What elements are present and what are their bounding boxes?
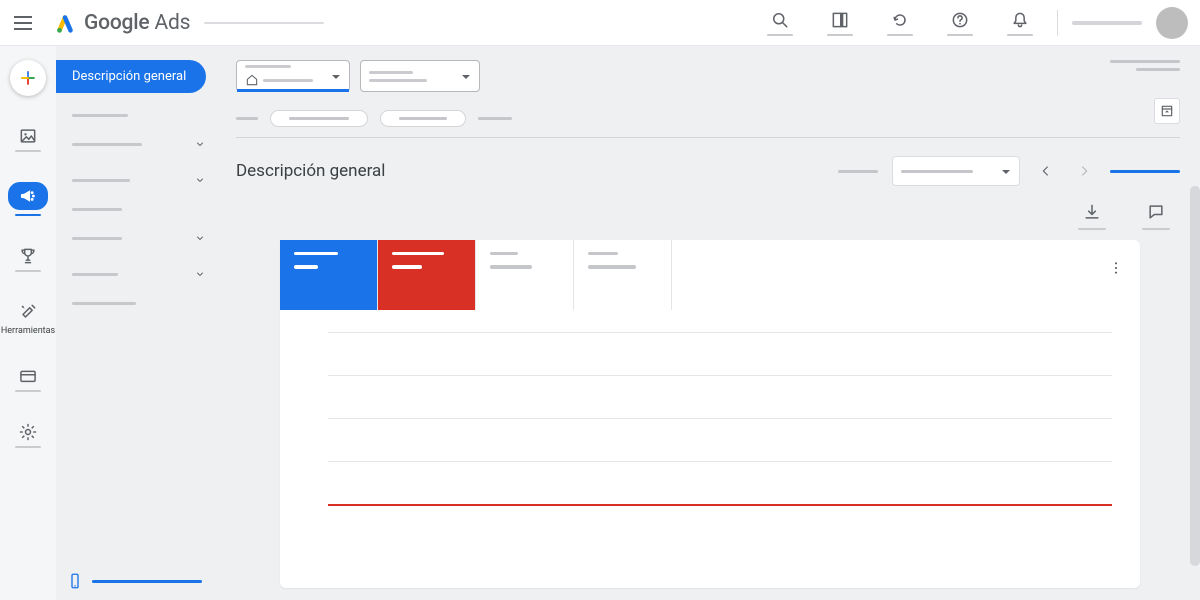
date-range-link[interactable] xyxy=(1110,170,1180,173)
add-filter-button[interactable] xyxy=(478,117,512,120)
metric-tab-2[interactable] xyxy=(378,240,476,310)
app-header: Google Ads xyxy=(0,0,1200,46)
nav-item[interactable] xyxy=(72,201,206,217)
rail-item-admin[interactable] xyxy=(8,416,48,454)
plus-icon xyxy=(18,68,38,88)
caret-down-icon xyxy=(461,72,471,82)
date-range-dropdown[interactable] xyxy=(892,156,1020,186)
nav-item-expandable[interactable] xyxy=(72,165,206,195)
image-icon xyxy=(18,126,38,146)
date-range-label xyxy=(838,170,878,173)
nav-item[interactable] xyxy=(72,295,206,311)
date-prev-button[interactable] xyxy=(1034,159,1058,183)
chevron-left-icon xyxy=(1038,163,1054,179)
download-icon xyxy=(1082,202,1102,222)
reports-icon xyxy=(830,10,850,30)
content-area: Descripción general xyxy=(216,46,1200,600)
filter-label xyxy=(236,117,258,120)
overview-chart-card xyxy=(280,240,1140,588)
filter-chip[interactable] xyxy=(270,110,368,127)
ads-logo-mark xyxy=(54,12,76,34)
search-button[interactable] xyxy=(757,10,803,36)
metric-tab-4[interactable] xyxy=(574,240,672,310)
notifications-button[interactable] xyxy=(997,10,1043,36)
filter-bar xyxy=(236,110,1180,138)
card-menu-button[interactable] xyxy=(1108,260,1124,280)
chevron-right-icon xyxy=(1076,163,1092,179)
chart-baseline xyxy=(328,504,1112,506)
nav-item[interactable] xyxy=(72,107,206,123)
feedback-button[interactable] xyxy=(1142,202,1170,230)
metric-tab-3[interactable] xyxy=(476,240,574,310)
collapse-panel-button[interactable] xyxy=(1154,98,1180,124)
filter-chip[interactable] xyxy=(380,110,466,127)
product-name: Google Ads xyxy=(84,11,190,35)
help-button[interactable] xyxy=(937,10,983,36)
vertical-scrollbar[interactable] xyxy=(1190,186,1200,566)
caret-down-icon xyxy=(331,72,341,82)
nav-item-overview[interactable]: Descripción general xyxy=(56,60,206,93)
rail-item-billing[interactable] xyxy=(8,360,48,398)
page-title-bar: Descripción general xyxy=(236,156,1180,186)
card-actions xyxy=(236,202,1180,230)
performance-chart xyxy=(280,310,1140,506)
adgroup-selector[interactable] xyxy=(360,60,480,92)
reports-button[interactable] xyxy=(817,10,863,36)
gear-icon xyxy=(18,422,38,442)
chevron-down-icon xyxy=(194,232,206,244)
rail-item-goals[interactable] xyxy=(8,240,48,278)
rail-item-campaigns[interactable] xyxy=(8,176,48,222)
megaphone-icon xyxy=(18,186,38,206)
refresh-button[interactable] xyxy=(877,10,923,36)
metric-tabs xyxy=(280,240,1140,310)
rail-tools-label: Herramientas xyxy=(1,326,55,336)
product-logo[interactable]: Google Ads xyxy=(54,11,190,35)
chevron-down-icon xyxy=(194,138,206,150)
tools-icon xyxy=(18,302,38,322)
rail-item-tools[interactable]: Herramientas xyxy=(8,296,48,342)
secondary-nav: Descripción general xyxy=(56,46,216,600)
bell-icon xyxy=(1010,10,1030,30)
campaign-selector[interactable] xyxy=(236,60,350,92)
caret-down-icon xyxy=(1001,167,1011,177)
nav-item-expandable[interactable] xyxy=(72,223,206,253)
header-tools xyxy=(757,7,1188,39)
rail-item-assets[interactable] xyxy=(8,120,48,158)
account-switcher[interactable] xyxy=(204,22,324,24)
help-icon xyxy=(950,10,970,30)
search-icon xyxy=(770,10,790,30)
main-menu-button[interactable] xyxy=(12,11,36,35)
feedback-icon xyxy=(1146,202,1166,222)
nav-item-expandable[interactable] xyxy=(72,259,206,289)
panel-collapse-icon xyxy=(1159,103,1175,119)
more-vert-icon xyxy=(1108,260,1124,276)
create-button[interactable] xyxy=(10,60,46,96)
left-rail: Herramientas xyxy=(0,46,56,600)
scope-selectors xyxy=(236,60,1180,92)
user-avatar[interactable] xyxy=(1156,7,1188,39)
account-id-label[interactable] xyxy=(1072,21,1142,25)
chevron-down-icon xyxy=(194,174,206,186)
phone-icon xyxy=(66,572,84,590)
metric-tab-1[interactable] xyxy=(280,240,378,310)
nav-item-expandable[interactable] xyxy=(72,129,206,159)
home-icon xyxy=(245,73,259,87)
trophy-icon xyxy=(18,246,38,266)
date-next-button[interactable] xyxy=(1072,159,1096,183)
chevron-down-icon xyxy=(194,268,206,280)
refresh-icon xyxy=(890,10,910,30)
download-button[interactable] xyxy=(1078,202,1106,230)
divider xyxy=(1057,10,1058,36)
page-title: Descripción general xyxy=(236,161,385,181)
nav-footer-link[interactable] xyxy=(66,572,202,590)
card-icon xyxy=(18,366,38,386)
